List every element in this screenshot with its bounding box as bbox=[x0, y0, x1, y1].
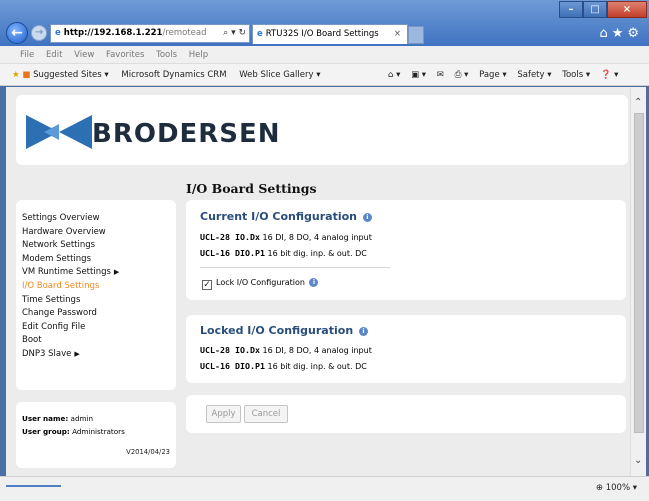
sidebar-item-vm-runtime-settings[interactable]: VM Runtime Settings ▶ bbox=[22, 266, 176, 280]
scroll-thumb[interactable] bbox=[634, 113, 644, 433]
fav-microsoft-dynamics-crm[interactable]: Microsoft Dynamics CRM bbox=[121, 70, 226, 80]
expand-arrow-icon: ▶ bbox=[74, 349, 80, 358]
info-icon[interactable]: i bbox=[309, 278, 319, 287]
favorites-star-icon[interactable]: ★ bbox=[12, 70, 20, 80]
sidebar-item-modem-settings[interactable]: Modem Settings bbox=[22, 253, 176, 267]
page-title: I/O Board Settings bbox=[186, 181, 317, 196]
new-tab-button[interactable] bbox=[408, 26, 424, 44]
sidebar-item-time-settings[interactable]: Time Settings bbox=[22, 294, 176, 308]
status-bar: ⊕ 100% ▾ bbox=[0, 476, 649, 501]
user-group: User group: Administrators bbox=[22, 427, 125, 436]
menu-bar: File Edit View Favorites Tools Help bbox=[0, 46, 649, 64]
address-bar[interactable]: e http://192.168.1.221/remotead ⌕ ▾ ↻ bbox=[50, 24, 250, 43]
fav-suggested-sites[interactable]: Suggested Sites ▾ bbox=[33, 70, 109, 80]
home-favorites-settings-icons[interactable]: ⌂★⚙ bbox=[599, 26, 643, 41]
mail-button[interactable]: ✉ bbox=[437, 70, 444, 80]
menu-help[interactable]: Help bbox=[189, 50, 208, 60]
sidebar-item-boot[interactable]: Boot bbox=[22, 334, 176, 348]
current-config-title: Current I/O Configuration i bbox=[200, 210, 372, 223]
fav-web-slice-gallery[interactable]: Web Slice Gallery ▾ bbox=[239, 70, 320, 80]
brodersen-logo-icon bbox=[26, 115, 92, 149]
scroll-up-icon[interactable]: ⌃ bbox=[634, 97, 642, 108]
sidebar-item-network-settings[interactable]: Network Settings bbox=[22, 239, 176, 253]
config-row: UCL-28 IO.Dx 16 DI, 8 DO, 4 analog input bbox=[200, 232, 372, 242]
info-icon[interactable]: i bbox=[362, 213, 372, 222]
menu-favorites[interactable]: Favorites bbox=[106, 50, 144, 60]
sidebar-item-edit-config-file[interactable]: Edit Config File bbox=[22, 321, 176, 335]
user-info-panel: User name: admin User group: Administrat… bbox=[16, 402, 176, 468]
version-label: V2014/04/23 bbox=[126, 448, 170, 456]
suggested-sites-icon: ■ bbox=[22, 70, 31, 80]
actions-panel: Apply Cancel bbox=[186, 395, 626, 433]
scroll-down-icon[interactable]: ⌄ bbox=[634, 455, 642, 466]
favorites-bar: ★ ■ Suggested Sites ▾ Microsoft Dynamics… bbox=[0, 64, 649, 86]
back-button[interactable]: ← bbox=[6, 22, 28, 44]
config-row: UCL-16 DIO.P1 16 bit dig. inp. & out. DC bbox=[200, 361, 367, 371]
ie-icon: e bbox=[55, 28, 61, 38]
apply-button[interactable]: Apply bbox=[206, 405, 241, 423]
print-button[interactable]: ⎙ ▾ bbox=[455, 70, 469, 80]
lock-config-row: ✓ Lock I/O Configuration i bbox=[202, 278, 319, 290]
page-menu[interactable]: Page ▾ bbox=[479, 70, 507, 80]
minimize-button[interactable]: – bbox=[559, 1, 583, 18]
sidebar-item-hardware-overview[interactable]: Hardware Overview bbox=[22, 226, 176, 240]
command-bar: ⌂ ▾ ▣ ▾ ✉ ⎙ ▾ Page ▾ Safety ▾ Tools ▾ ❓ … bbox=[388, 64, 626, 86]
sidebar-item-change-password[interactable]: Change Password bbox=[22, 307, 176, 321]
home-button[interactable]: ⌂ ▾ bbox=[388, 70, 400, 80]
lock-io-config-checkbox[interactable]: ✓ bbox=[202, 280, 212, 290]
sidebar-item-dnp3-slave[interactable]: DNP3 Slave ▶ bbox=[22, 348, 176, 362]
sidebar-item-io-board-settings[interactable]: I/O Board Settings bbox=[22, 280, 176, 294]
title-bar: – □ × ← → e http://192.168.1.221/remotead… bbox=[0, 0, 649, 46]
close-button[interactable]: × bbox=[607, 1, 647, 18]
config-row: UCL-16 DIO.P1 16 bit dig. inp. & out. DC bbox=[200, 248, 367, 258]
tab-rtu32s-io-board-settings[interactable]: e RTU32S I/O Board Settings × bbox=[252, 24, 408, 44]
maximize-button[interactable]: □ bbox=[583, 1, 607, 18]
menu-tools[interactable]: Tools bbox=[156, 50, 177, 60]
forward-button[interactable]: → bbox=[31, 25, 47, 41]
user-name: User name: admin bbox=[22, 414, 94, 423]
browser-window: – □ × ← → e http://192.168.1.221/remotead… bbox=[0, 0, 649, 501]
progress-bar bbox=[6, 485, 61, 487]
lock-io-config-label[interactable]: Lock I/O Configuration bbox=[216, 278, 305, 287]
feeds-button[interactable]: ▣ ▾ bbox=[411, 70, 426, 80]
sidebar-nav: Settings Overview Hardware Overview Netw… bbox=[16, 200, 176, 390]
expand-arrow-icon: ▶ bbox=[113, 268, 120, 277]
page-viewport: BRODERSEN I/O Board Settings Settings Ov… bbox=[6, 87, 630, 476]
config-row: UCL-28 IO.Dx 16 DI, 8 DO, 4 analog input bbox=[200, 345, 372, 355]
vertical-scrollbar[interactable]: ⌃ ⌄ bbox=[630, 87, 646, 476]
cancel-button[interactable]: Cancel bbox=[244, 405, 288, 423]
info-icon[interactable]: i bbox=[359, 327, 368, 336]
menu-edit[interactable]: Edit bbox=[46, 50, 62, 60]
help-button[interactable]: ❓ ▾ bbox=[601, 70, 619, 80]
ie-icon: e bbox=[257, 29, 263, 39]
safety-menu[interactable]: Safety ▾ bbox=[517, 70, 551, 80]
locked-io-configuration-panel: Locked I/O Configuration i UCL-28 IO.Dx … bbox=[186, 315, 626, 383]
tools-menu[interactable]: Tools ▾ bbox=[562, 70, 590, 80]
zoom-level[interactable]: ⊕ 100% ▾ bbox=[596, 483, 637, 493]
window-controls: – □ × bbox=[559, 1, 647, 18]
sidebar-item-settings-overview[interactable]: Settings Overview bbox=[22, 212, 176, 226]
menu-view[interactable]: View bbox=[74, 50, 94, 60]
current-io-configuration-panel: Current I/O Configuration i UCL-28 IO.Dx… bbox=[186, 200, 626, 300]
locked-config-title: Locked I/O Configuration i bbox=[200, 324, 368, 337]
brand-name: BRODERSEN bbox=[92, 119, 281, 149]
menu-file[interactable]: File bbox=[20, 50, 34, 60]
page-header: BRODERSEN bbox=[16, 95, 628, 165]
tab-close-icon[interactable]: × bbox=[394, 25, 401, 44]
address-tools[interactable]: ⌕ ▾ ↻ bbox=[223, 25, 246, 42]
divider bbox=[200, 267, 390, 268]
